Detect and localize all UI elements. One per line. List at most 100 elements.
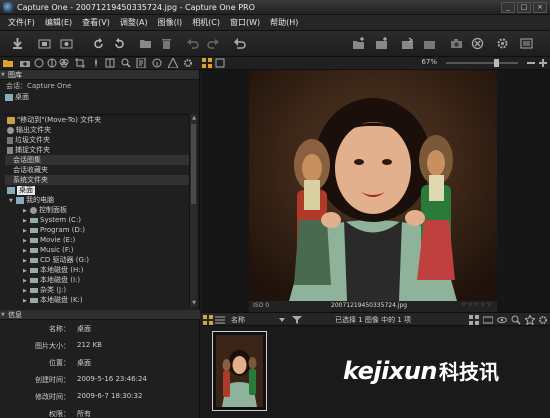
tree-item[interactable]: ▶ 本地磁盘 (H:) [5, 265, 189, 275]
library-scrollbar[interactable]: ▲ ▼ [189, 114, 197, 307]
tree-item[interactable]: ▶ System (C:) [5, 215, 189, 225]
camera-icon[interactable] [450, 37, 463, 50]
portrait-photo[interactable] [249, 70, 497, 301]
tree-item[interactable]: ▶ Movie (E:) [5, 235, 189, 245]
warning-tab-icon[interactable] [167, 56, 179, 69]
list-item[interactable]: 会话图集 [5, 155, 189, 165]
move-to-folder-icon[interactable] [139, 37, 152, 50]
menu-camera[interactable]: 相机(C) [192, 17, 220, 28]
menu-adjust[interactable]: 调整(A) [120, 17, 148, 28]
list-item[interactable]: 会话收藏夹 [5, 165, 189, 175]
list-item[interactable]: 系统文件夹 [5, 175, 189, 185]
desktop-shortcut[interactable]: 桌面 [0, 92, 199, 102]
watermark-latin: kejixun [343, 356, 438, 385]
cancel-icon[interactable] [471, 37, 484, 50]
settings-tab-icon[interactable] [183, 58, 193, 68]
scroll-thumb[interactable] [191, 124, 196, 204]
focus-tab-icon[interactable] [91, 58, 101, 68]
library-tab-icon[interactable] [3, 58, 13, 68]
zoom-out-icon[interactable] [526, 58, 536, 68]
viewer-filename: 20071219450335724.jpg [331, 302, 408, 309]
new-favorite-icon[interactable] [375, 37, 388, 50]
adjust-tab-icon[interactable] [105, 58, 115, 68]
minimize-button[interactable]: _ [501, 1, 515, 13]
thumbnail[interactable] [212, 331, 267, 411]
info-tab-icon[interactable] [152, 58, 162, 68]
sort-direction-icon[interactable] [277, 315, 287, 325]
info-header[interactable]: 信息 [0, 310, 200, 320]
filmstrip-icon[interactable] [482, 315, 494, 325]
sort-by-dropdown[interactable]: 名称 [231, 315, 245, 325]
list-view-icon[interactable] [215, 315, 225, 325]
search-tab-icon[interactable] [121, 58, 131, 68]
menu-edit[interactable]: 编辑(E) [45, 17, 72, 28]
drive-icon [30, 227, 38, 233]
delete-icon[interactable] [160, 37, 173, 50]
capture-icon[interactable] [38, 37, 51, 50]
filter-icon[interactable] [292, 315, 302, 325]
tree-item[interactable]: ▶ Program (D:) [5, 225, 189, 235]
reset-icon[interactable] [233, 37, 246, 50]
metadata-tab-icon[interactable] [136, 57, 146, 69]
zoom-slider-knob[interactable] [494, 59, 499, 67]
live-view-icon[interactable] [60, 37, 73, 50]
library-header[interactable]: 图库 [0, 70, 199, 80]
redo-icon[interactable] [207, 37, 220, 50]
batch-icon[interactable] [423, 37, 436, 50]
import-icon[interactable] [11, 37, 24, 50]
thumbnail-view-icon[interactable] [203, 315, 213, 325]
scroll-down-icon[interactable]: ▼ [190, 299, 198, 307]
tree-item[interactable]: ▼ 我的电脑 [5, 195, 189, 205]
close-button[interactable]: × [533, 1, 547, 13]
zoom-level: 67% [421, 58, 437, 66]
zoom-slider[interactable] [446, 59, 518, 67]
session-label: 会话：Capture One [6, 82, 72, 90]
list-item[interactable]: 捕捉文件夹 [5, 145, 189, 155]
expand-icon[interactable]: ▶ [23, 296, 30, 306]
exposure-tab-icon[interactable] [47, 58, 57, 68]
rotate-left-icon[interactable] [92, 37, 105, 50]
library-list[interactable]: "移动到"(Move-To) 文件夹 输出文件夹 垃圾文件夹 捕捉文件夹 会话图… [5, 114, 189, 307]
watermark-logo: kejixun 科技讯 [343, 356, 499, 385]
control-panel-icon [30, 206, 37, 214]
list-item[interactable]: 垃圾文件夹 [5, 135, 189, 145]
settings-icon[interactable] [496, 37, 509, 50]
tree-item[interactable]: ▶ CD 驱动器 (G:) [5, 255, 189, 265]
tree-item[interactable]: ▶ 杂类 (J:) [5, 285, 189, 295]
process-icon[interactable] [401, 37, 414, 50]
scroll-up-icon[interactable]: ▲ [190, 114, 198, 122]
list-item[interactable]: 桌面 [5, 185, 189, 195]
tree-item[interactable]: ▶ Music (F:) [5, 245, 189, 255]
tree-item[interactable]: ▶ 本地磁盘 (I:) [5, 275, 189, 285]
selection-count: 已选择 1 图像 中的 1 项 [335, 316, 412, 324]
maximize-button[interactable]: □ [517, 1, 531, 13]
grid-icon[interactable] [469, 315, 479, 325]
tree-item[interactable]: ▶ 控制面板 [5, 205, 189, 215]
menu-image[interactable]: 图像(I) [158, 17, 183, 28]
rating-stars[interactable]: ☆☆☆☆☆ [461, 301, 493, 308]
search-icon[interactable] [511, 315, 521, 325]
eye-icon[interactable] [497, 315, 507, 325]
fullscreen-icon[interactable] [520, 37, 533, 50]
new-album-icon[interactable] [352, 37, 365, 50]
undo-icon[interactable] [186, 37, 199, 50]
tree-item[interactable]: ▶ 本地磁盘 (K:) [5, 295, 189, 305]
capture-tab-icon[interactable] [20, 58, 30, 68]
menu-window[interactable]: 窗口(W) [230, 17, 260, 28]
main-toolbar [0, 31, 550, 57]
crop-tab-icon[interactable] [75, 58, 85, 68]
star-filter-icon[interactable] [523, 313, 537, 326]
menu-help[interactable]: 帮助(H) [270, 17, 298, 28]
list-item[interactable]: 输出文件夹 [5, 125, 189, 135]
single-view-icon[interactable] [215, 58, 225, 68]
menu-file[interactable]: 文件(F) [8, 17, 35, 28]
rotate-right-icon[interactable] [113, 37, 126, 50]
list-item[interactable]: "移动到"(Move-To) 文件夹 [5, 115, 189, 125]
menu-view[interactable]: 查看(V) [82, 17, 110, 28]
color-tab-icon[interactable] [59, 58, 69, 68]
settings-small-icon[interactable] [538, 315, 548, 325]
zoom-in-icon[interactable] [538, 58, 548, 68]
grid-view-icon[interactable] [202, 58, 212, 68]
lens-tab-icon[interactable] [34, 58, 44, 68]
image-viewer[interactable]: ISO 0 20071219450335724.jpg ☆☆☆☆☆ [201, 70, 550, 312]
